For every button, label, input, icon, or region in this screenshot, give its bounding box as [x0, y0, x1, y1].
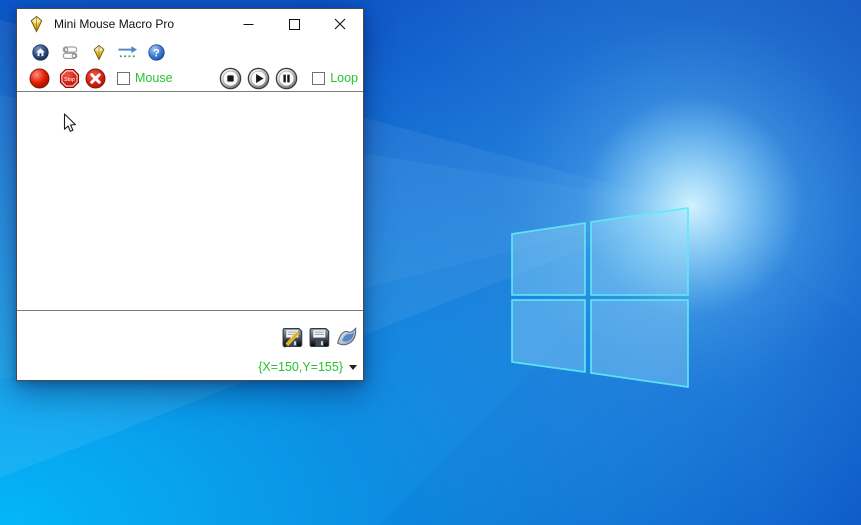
playback-stop-button[interactable] [219, 67, 242, 90]
svg-text:?: ? [153, 47, 160, 59]
record-playback-toolbar: Stop Mouse [17, 65, 363, 91]
help-button[interactable]: ? [142, 40, 171, 64]
file-actions [278, 324, 359, 350]
stop-sign-label: Stop [64, 76, 75, 82]
bottom-panel: {X=150,Y=155} [17, 311, 363, 380]
clear-macro-button[interactable] [85, 68, 106, 89]
mouse-checkbox-label: Mouse [135, 71, 173, 85]
maximize-button[interactable] [271, 9, 317, 39]
continue-arrow-button[interactable] [113, 40, 142, 64]
minimize-button[interactable] [225, 9, 271, 39]
macro-logo-button[interactable] [84, 40, 113, 64]
status-bar: {X=150,Y=155} [258, 360, 357, 374]
playback-pause-button[interactable] [275, 67, 298, 90]
macro-wizard-button[interactable] [333, 324, 359, 350]
windows-logo-pane-bottom-right [591, 300, 688, 387]
playback-controls: Loop [219, 67, 358, 90]
mouse-cursor [63, 113, 77, 137]
window-title: Mini Mouse Macro Pro [54, 17, 174, 31]
titlebar[interactable]: Mini Mouse Macro Pro [17, 9, 363, 39]
options-toggles-button[interactable] [55, 40, 84, 64]
save-button[interactable] [306, 324, 332, 350]
windows-logo-pane-top-left [512, 223, 585, 295]
macro-event-list[interactable] [17, 91, 363, 311]
stop-recording-button[interactable]: Stop [59, 68, 80, 89]
windows-logo-pane-bottom-left [512, 300, 585, 372]
windows-logo-pane-top-right [591, 208, 688, 295]
record-button[interactable] [29, 68, 50, 89]
edit-save-button[interactable] [279, 324, 305, 350]
home-button[interactable] [26, 40, 55, 64]
close-button[interactable] [317, 9, 363, 39]
window-controls [225, 9, 363, 39]
playback-play-button[interactable] [247, 67, 270, 90]
loop-checkbox-label: Loop [330, 71, 358, 85]
coordinates-dropdown[interactable] [349, 365, 357, 370]
mouse-checkbox[interactable] [117, 72, 130, 85]
app-logo-icon [29, 15, 45, 33]
cursor-coordinates: {X=150,Y=155} [258, 360, 343, 374]
loop-checkbox[interactable] [312, 72, 325, 85]
app-window-mini-mouse-macro: Mini Mouse Macro Pro [16, 8, 364, 381]
main-toolbar: ? [17, 39, 363, 65]
